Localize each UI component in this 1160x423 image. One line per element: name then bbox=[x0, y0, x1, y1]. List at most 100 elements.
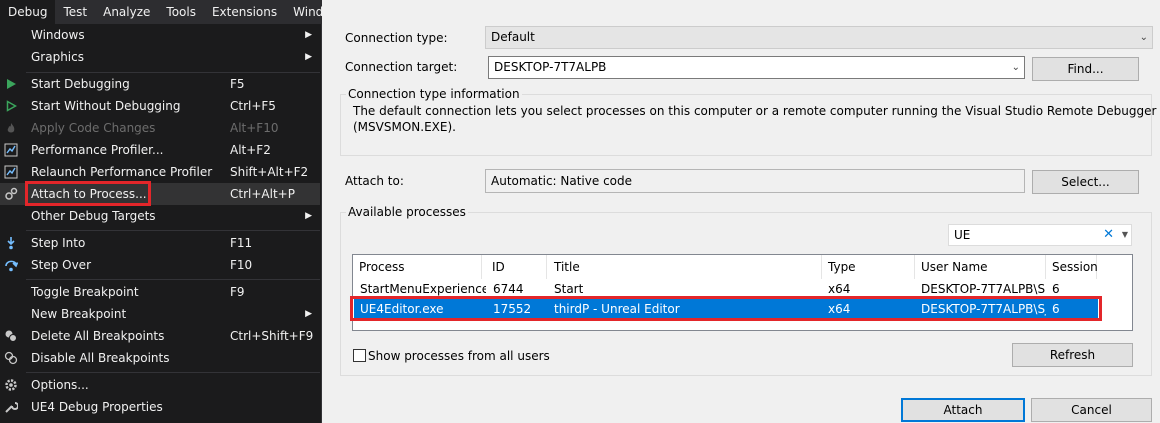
attach-button[interactable]: Attach bbox=[901, 398, 1025, 422]
debug-dropdown-menu: Windows ▶ Graphics ▶ Start Debugging F5 … bbox=[0, 24, 322, 423]
find-button[interactable]: Find... bbox=[1032, 57, 1139, 81]
submenu-arrow-icon: ▶ bbox=[305, 309, 312, 319]
cancel-button[interactable]: Cancel bbox=[1031, 398, 1152, 422]
connection-info-text-2: (MSVSMON.EXE). bbox=[353, 120, 456, 134]
menu-separator bbox=[26, 279, 320, 280]
connection-info-title: Connection type information bbox=[346, 87, 522, 101]
attach-to-value: Automatic: Native code bbox=[491, 174, 633, 188]
menu-item-label: New Breakpoint bbox=[31, 307, 127, 321]
menu-item-shortcut: F10 bbox=[230, 258, 253, 272]
menu-item-label: Apply Code Changes bbox=[31, 121, 156, 135]
connection-target-label: Connection target: bbox=[345, 60, 458, 74]
menu-item-new-breakpoint[interactable]: New Breakpoint ▶ bbox=[0, 303, 320, 325]
menu-item-label: Other Debug Targets bbox=[31, 209, 156, 223]
menu-item-shortcut: Ctrl+Shift+F9 bbox=[230, 329, 314, 343]
play-outline-icon bbox=[3, 98, 19, 114]
menu-item-label: Disable All Breakpoints bbox=[31, 351, 170, 365]
disable-breakpoints-icon bbox=[3, 350, 19, 366]
process-filter-input[interactable]: UE ✕ ▼ bbox=[948, 224, 1132, 246]
menu-item-label: Options... bbox=[31, 378, 89, 392]
column-header-process[interactable]: Process bbox=[353, 255, 482, 279]
menu-item-label: Step Over bbox=[31, 258, 91, 272]
filter-value: UE bbox=[954, 228, 971, 242]
show-all-users-label: Show processes from all users bbox=[368, 349, 550, 363]
menu-item-shortcut: F5 bbox=[230, 77, 245, 91]
refresh-button[interactable]: Refresh bbox=[1012, 343, 1133, 367]
menu-item-apply-code-changes[interactable]: Apply Code Changes Alt+F10 bbox=[0, 117, 320, 139]
delete-breakpoints-icon bbox=[3, 328, 19, 344]
menu-item-start-without-debugging[interactable]: Start Without Debugging Ctrl+F5 bbox=[0, 95, 320, 117]
highlight-box bbox=[25, 181, 151, 206]
menu-item-label: Start Without Debugging bbox=[31, 99, 181, 113]
menu-separator bbox=[26, 372, 320, 373]
chevron-down-icon: ⌄ bbox=[1011, 62, 1020, 73]
column-header-user-name[interactable]: User Name bbox=[915, 255, 1046, 279]
connection-type-combo[interactable]: Default ⌄ bbox=[485, 26, 1153, 49]
menu-item-label: Start Debugging bbox=[31, 77, 130, 91]
menu-extensions[interactable]: Extensions bbox=[204, 0, 285, 24]
gears-icon bbox=[3, 186, 19, 202]
menu-tools[interactable]: Tools bbox=[158, 0, 204, 24]
menu-item-other-debug-targets[interactable]: Other Debug Targets ▶ bbox=[0, 205, 320, 227]
menu-item-shortcut: Shift+Alt+F2 bbox=[230, 165, 309, 179]
menu-separator bbox=[26, 230, 320, 231]
menu-item-label: Graphics bbox=[31, 50, 84, 64]
chart-icon bbox=[3, 142, 19, 158]
connection-type-label: Connection type: bbox=[345, 31, 448, 45]
menu-item-delete-all-breakpoints[interactable]: Delete All Breakpoints Ctrl+Shift+F9 bbox=[0, 325, 320, 347]
menu-item-label: Windows bbox=[31, 28, 85, 42]
column-header-type[interactable]: Type bbox=[822, 255, 915, 279]
menu-item-label: UE4 Debug Properties bbox=[31, 400, 163, 414]
attach-to-process-dialog: Connection type: Default ⌄ Connection ta… bbox=[322, 0, 1160, 423]
menu-item-relaunch-performance-profiler[interactable]: Relaunch Performance Profiler Shift+Alt+… bbox=[0, 161, 320, 183]
flame-icon bbox=[3, 120, 19, 136]
chart-icon bbox=[3, 164, 19, 180]
connection-target-combo[interactable]: DESKTOP-7T7ALPB ⌄ bbox=[488, 56, 1025, 79]
column-header-session[interactable]: Session bbox=[1046, 255, 1098, 279]
select-button[interactable]: Select... bbox=[1032, 170, 1139, 194]
chevron-down-icon: ⌄ bbox=[1139, 32, 1148, 43]
vs-debug-menu-panel: Debug Test Analyze Tools Extensions Wind… bbox=[0, 0, 331, 423]
dropdown-arrow-icon[interactable]: ▼ bbox=[1122, 225, 1128, 245]
play-icon bbox=[3, 76, 19, 92]
clear-icon[interactable]: ✕ bbox=[1103, 225, 1114, 245]
submenu-arrow-icon: ▶ bbox=[305, 211, 312, 221]
highlight-box bbox=[350, 296, 1102, 321]
gear-icon bbox=[3, 377, 19, 393]
menu-item-graphics[interactable]: Graphics ▶ bbox=[0, 46, 320, 68]
attach-to-field: Automatic: Native code bbox=[485, 169, 1025, 193]
show-all-users-checkbox[interactable] bbox=[353, 349, 366, 362]
submenu-arrow-icon: ▶ bbox=[305, 30, 312, 40]
connection-type-value: Default bbox=[491, 30, 535, 44]
menu-item-label: Relaunch Performance Profiler bbox=[31, 165, 213, 179]
menu-item-step-over[interactable]: Step Over F10 bbox=[0, 254, 320, 276]
menu-item-ue4-debug-properties[interactable]: UE4 Debug Properties bbox=[0, 396, 320, 418]
menu-analyze[interactable]: Analyze bbox=[95, 0, 158, 24]
menu-item-windows[interactable]: Windows ▶ bbox=[0, 24, 320, 46]
menu-item-toggle-breakpoint[interactable]: Toggle Breakpoint F9 bbox=[0, 281, 320, 303]
menu-test[interactable]: Test bbox=[55, 0, 95, 24]
menu-item-disable-all-breakpoints[interactable]: Disable All Breakpoints bbox=[0, 347, 320, 369]
menu-item-performance-profiler[interactable]: Performance Profiler... Alt+F2 bbox=[0, 139, 320, 161]
connection-info-text: The default connection lets you select p… bbox=[353, 104, 1157, 118]
menu-item-label: Delete All Breakpoints bbox=[31, 329, 165, 343]
menu-item-shortcut: Ctrl+Alt+P bbox=[230, 187, 295, 201]
column-header-id[interactable]: ID bbox=[486, 255, 547, 279]
menu-item-start-debugging[interactable]: Start Debugging F5 bbox=[0, 73, 320, 95]
menu-item-label: Step Into bbox=[31, 236, 86, 250]
menu-bar: Debug Test Analyze Tools Extensions Wind… bbox=[0, 0, 331, 24]
step-over-icon bbox=[3, 257, 19, 273]
menu-item-options[interactable]: Options... bbox=[0, 374, 320, 396]
connection-target-value: DESKTOP-7T7ALPB bbox=[494, 60, 607, 74]
menu-item-shortcut: Alt+F10 bbox=[230, 121, 279, 135]
attach-to-label: Attach to: bbox=[345, 174, 404, 188]
menu-debug[interactable]: Debug bbox=[0, 0, 56, 24]
menu-item-label: Performance Profiler... bbox=[31, 143, 164, 157]
menu-item-shortcut: F9 bbox=[230, 285, 245, 299]
column-header-title[interactable]: Title bbox=[548, 255, 822, 279]
menu-item-label: Toggle Breakpoint bbox=[31, 285, 139, 299]
menu-item-shortcut: F11 bbox=[230, 236, 253, 250]
menu-item-shortcut: Alt+F2 bbox=[230, 143, 271, 157]
menu-item-step-into[interactable]: Step Into F11 bbox=[0, 232, 320, 254]
available-processes-title: Available processes bbox=[346, 205, 468, 219]
